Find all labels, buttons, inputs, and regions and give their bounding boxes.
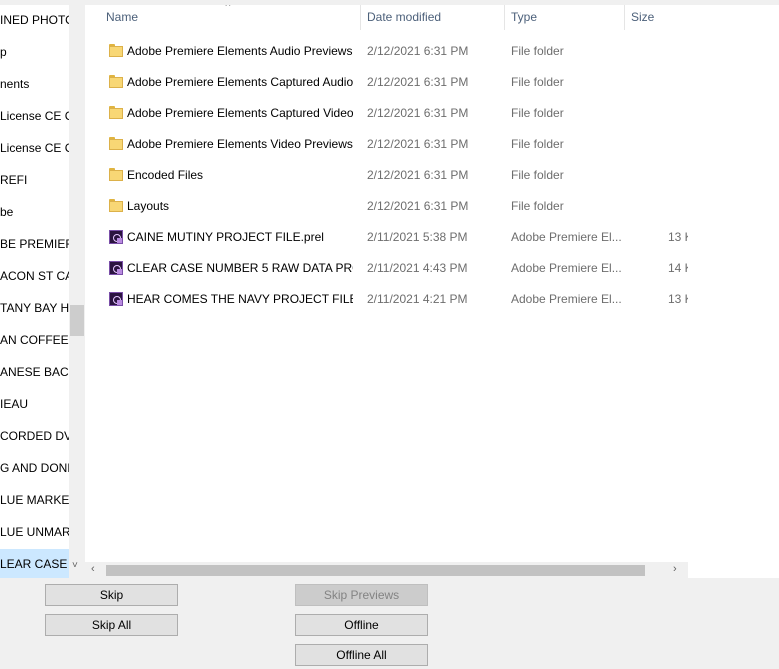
file-name: Layouts (127, 199, 170, 213)
file-type: File folder (511, 106, 564, 120)
navigation-pane[interactable]: INED PHOTO p nents License CE C License CE C… (0, 0, 69, 578)
file-size (668, 191, 688, 222)
file-date-modified: 2/12/2021 6:31 PM (367, 106, 469, 120)
column-divider[interactable] (624, 5, 625, 30)
nav-item[interactable]: INED PHOTO (0, 5, 69, 35)
nav-item[interactable]: LUE UNMARK (0, 517, 69, 547)
nav-item[interactable]: p (0, 37, 7, 67)
folder-icon (109, 168, 123, 182)
file-size (668, 67, 688, 98)
folder-icon (109, 199, 123, 213)
file-name: HEAR COMES THE NAVY PROJECT FILE.p... (127, 292, 353, 306)
column-header-size[interactable]: Size (631, 5, 654, 30)
column-header-row: ˄ Name Date modified Type Size (85, 5, 688, 30)
file-name: CLEAR CASE NUMBER 5 RAW DATA PROJ... (127, 261, 353, 275)
folder-icon (109, 75, 123, 89)
nav-item[interactable]: G AND DONE (0, 453, 69, 483)
file-type: File folder (511, 44, 564, 58)
nav-item[interactable]: IEAU (0, 389, 28, 419)
file-date-modified: 2/12/2021 6:31 PM (367, 168, 469, 182)
nav-item[interactable]: BE PREMIER E (0, 229, 69, 259)
skip-previews-button: Skip Previews (295, 584, 428, 606)
skip-all-button[interactable]: Skip All (45, 614, 178, 636)
file-size (668, 36, 688, 67)
file-date-modified: 2/11/2021 5:38 PM (367, 230, 468, 244)
file-row[interactable]: Adobe Premiere Elements Captured Audio 2/… (85, 67, 688, 98)
nav-item[interactable]: ACON ST CAT (0, 261, 69, 291)
file-date-modified: 2/11/2021 4:43 PM (367, 261, 468, 275)
file-row[interactable]: CLEAR CASE NUMBER 5 RAW DATA PROJ... 2/11… (85, 253, 688, 284)
file-type: Adobe Premiere El... (511, 230, 622, 244)
file-row[interactable]: Adobe Premiere Elements Audio Previews 2/… (85, 36, 688, 67)
file-name: Adobe Premiere Elements Video Previews (127, 137, 353, 151)
file-size (668, 160, 688, 191)
file-date-modified: 2/12/2021 6:31 PM (367, 137, 469, 151)
file-date-modified: 2/12/2021 6:31 PM (367, 44, 469, 58)
file-row[interactable]: Adobe Premiere Elements Captured Video 2/… (85, 98, 688, 129)
file-type: File folder (511, 137, 564, 151)
column-header-name[interactable]: Name (106, 5, 138, 30)
file-size: 13 K (668, 292, 688, 306)
file-date-modified: 2/12/2021 6:31 PM (367, 199, 469, 213)
nav-item[interactable]: CORDED DVD (0, 421, 69, 451)
offline-all-button[interactable]: Offline All (295, 644, 428, 666)
column-divider[interactable] (360, 5, 361, 30)
file-row[interactable]: Layouts 2/12/2021 6:31 PM File folder (85, 191, 688, 222)
horizontal-scrollbar[interactable]: ‹ › (85, 562, 688, 578)
file-row[interactable]: CAINE MUTINY PROJECT FILE.prel 2/11/2021 … (85, 222, 688, 253)
file-date-modified: 2/11/2021 4:21 PM (367, 292, 468, 306)
file-browser: INED PHOTO p nents License CE C License CE C… (0, 0, 779, 578)
horizontal-scrollbar-thumb[interactable] (106, 565, 645, 576)
sort-ascending-icon: ˄ (225, 5, 231, 10)
file-name: Encoded Files (127, 168, 204, 182)
scroll-down-icon[interactable]: ˅ (72, 560, 78, 571)
premiere-project-icon (109, 292, 123, 306)
file-type: Adobe Premiere El... (511, 261, 622, 275)
file-type: File folder (511, 75, 564, 89)
nav-item[interactable]: License CE C (0, 133, 69, 163)
file-list: ˄ Name Date modified Type Size Adobe Pre… (85, 5, 688, 578)
file-name: CAINE MUTINY PROJECT FILE.prel (127, 230, 324, 244)
window-top-edge (0, 0, 779, 5)
nav-item[interactable]: ANESE BACK (0, 357, 69, 387)
scroll-right-icon[interactable]: › (673, 563, 677, 575)
navigation-scrollbar[interactable]: ˅ (69, 0, 85, 578)
file-type: File folder (511, 199, 564, 213)
premiere-project-icon (109, 261, 123, 275)
file-size (668, 129, 688, 160)
file-row[interactable]: Encoded Files 2/12/2021 6:31 PM File folde… (85, 160, 688, 191)
file-type: File folder (511, 168, 564, 182)
nav-item[interactable]: TANY BAY HO (0, 293, 69, 323)
file-name: Adobe Premiere Elements Audio Previews (127, 44, 353, 58)
nav-item[interactable]: AN COFFEE H (0, 325, 69, 355)
skip-button[interactable]: Skip (45, 584, 178, 606)
navigation-scrollbar-thumb[interactable] (70, 305, 84, 336)
offline-button[interactable]: Offline (295, 614, 428, 636)
nav-item[interactable]: License CE C (0, 101, 69, 131)
file-size: 14 K (668, 261, 688, 275)
nav-item[interactable]: REFI (0, 165, 27, 195)
nav-item[interactable]: LUE MARKED (0, 485, 69, 515)
file-date-modified: 2/12/2021 6:31 PM (367, 75, 469, 89)
folder-icon (109, 137, 123, 151)
folder-icon (109, 44, 123, 58)
nav-item[interactable]: nents (0, 69, 29, 99)
content-area-background (688, 0, 779, 578)
premiere-project-icon (109, 230, 123, 244)
file-size (668, 98, 688, 129)
file-name: Adobe Premiere Elements Captured Video (127, 106, 353, 120)
file-name: Adobe Premiere Elements Captured Audio (127, 75, 353, 89)
scroll-left-icon[interactable]: ‹ (91, 563, 95, 575)
column-header-type[interactable]: Type (511, 5, 537, 30)
nav-item[interactable]: be (0, 197, 13, 227)
file-type: Adobe Premiere El... (511, 292, 622, 306)
nav-item[interactable]: LEAR CASE 5 (0, 549, 69, 578)
file-row[interactable]: Adobe Premiere Elements Video Previews 2/… (85, 129, 688, 160)
column-header-date-modified[interactable]: Date modified (367, 5, 441, 30)
file-row[interactable]: HEAR COMES THE NAVY PROJECT FILE.p... 2/1… (85, 284, 688, 315)
column-divider[interactable] (504, 5, 505, 30)
folder-icon (109, 106, 123, 120)
file-size: 13 K (668, 230, 688, 244)
